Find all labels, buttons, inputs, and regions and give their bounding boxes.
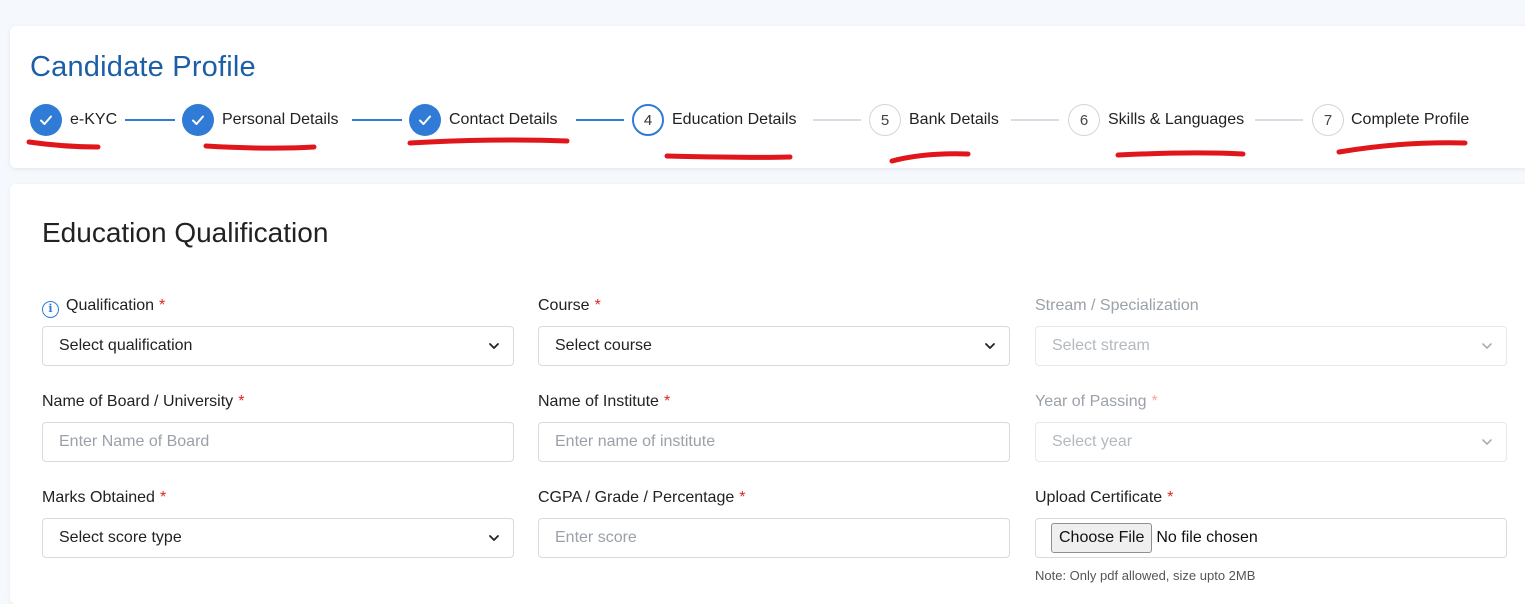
stream-select-placeholder: Select stream (1052, 337, 1150, 354)
required-mark: * (159, 489, 167, 506)
required-mark: * (1151, 393, 1158, 410)
required-mark: * (159, 297, 166, 314)
profile-header-card: Candidate Profile e-KYC Personal Details… (10, 26, 1525, 168)
score-input[interactable]: Enter score (538, 518, 1010, 558)
certificate-label: Upload Certificate * (1035, 489, 1173, 507)
board-input-placeholder: Enter Name of Board (59, 433, 210, 450)
required-mark: * (238, 393, 245, 410)
course-select[interactable]: Select course (538, 326, 1010, 366)
file-status: No file chosen (1156, 529, 1258, 546)
chevron-down-icon (489, 535, 499, 541)
institute-label: Name of Institute * (538, 393, 670, 411)
marks-label: Marks Obtained * (42, 489, 166, 507)
annotation-underline (203, 143, 317, 151)
stream-label: Stream / Specialization (1035, 297, 1199, 314)
year-select-placeholder: Select year (1052, 433, 1133, 450)
certificate-file-input[interactable]: Choose File No file chosen (1035, 518, 1507, 558)
course-select-value: Select course (555, 337, 652, 354)
institute-label-text: Name of Institute (538, 393, 659, 410)
required-mark: * (594, 297, 601, 314)
info-icon[interactable]: i (42, 301, 59, 318)
course-label: Course * (538, 297, 601, 315)
choose-file-button[interactable]: Choose File (1051, 523, 1153, 553)
qualification-select-value: Select qualification (59, 337, 193, 354)
chevron-down-icon (1482, 343, 1492, 349)
institute-input[interactable]: Enter name of institute (538, 422, 1010, 462)
qualification-select[interactable]: Select qualification (42, 326, 514, 366)
certificate-note: Note: Only pdf allowed, size upto 2MB (1035, 568, 1256, 583)
course-label-text: Course (538, 297, 590, 314)
qualification-label-text: Qualification (66, 297, 155, 314)
chevron-down-icon (985, 343, 995, 349)
board-label-text: Name of Board / University (42, 393, 234, 410)
qualification-label: i Qualification * (42, 297, 165, 318)
annotation-underline (664, 153, 793, 160)
annotation-underline (407, 137, 570, 146)
board-input[interactable]: Enter Name of Board (42, 422, 514, 462)
required-mark: * (663, 393, 671, 410)
score-label: CGPA / Grade / Percentage * (538, 489, 745, 507)
year-label: Year of Passing * (1035, 393, 1158, 411)
year-label-text: Year of Passing (1035, 393, 1147, 410)
marks-label-text: Marks Obtained (42, 489, 155, 506)
required-mark: * (739, 489, 746, 506)
annotation-underlines (26, 137, 1468, 164)
board-label: Name of Board / University * (42, 393, 244, 411)
marks-select-value: Select score type (59, 529, 182, 546)
required-mark: * (1167, 489, 1174, 506)
chevron-down-icon (1482, 439, 1492, 445)
section-title: Education Qualification (42, 217, 329, 248)
annotation-underline (26, 139, 101, 150)
chevron-down-icon (489, 343, 499, 349)
score-label-text: CGPA / Grade / Percentage (538, 489, 735, 506)
annotation-underline (1115, 150, 1246, 158)
score-input-placeholder: Enter score (555, 529, 637, 546)
year-select[interactable]: Select year (1035, 422, 1507, 462)
annotation-underline (1336, 140, 1468, 155)
certificate-label-text: Upload Certificate (1035, 489, 1163, 506)
marks-select[interactable]: Select score type (42, 518, 514, 558)
institute-input-placeholder: Enter name of institute (555, 433, 716, 450)
education-form-card: Education Qualification i Qualification * … (10, 184, 1525, 604)
stream-select[interactable]: Select stream (1035, 326, 1507, 366)
annotation-underline (889, 151, 971, 164)
